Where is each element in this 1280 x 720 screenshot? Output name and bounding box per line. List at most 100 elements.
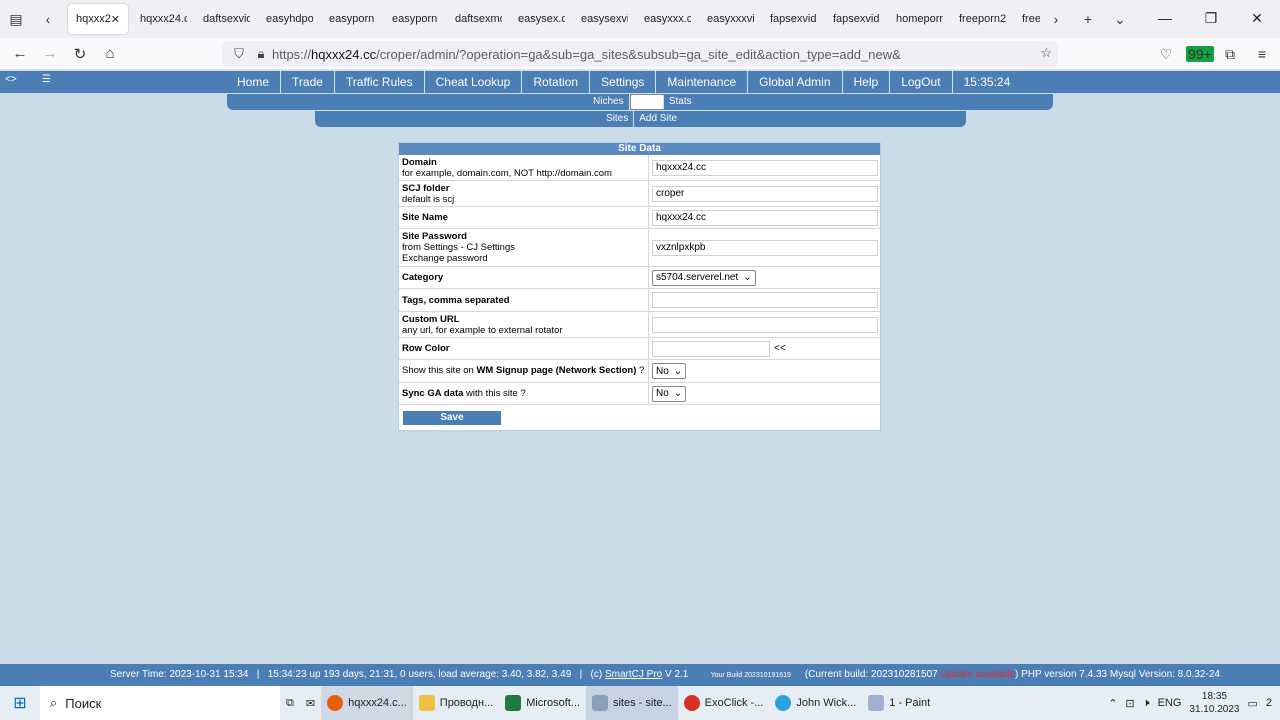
taskbar-search[interactable]: ⌕ Поиск: [40, 686, 280, 720]
clock[interactable]: 18:35 31.10.2023: [1189, 690, 1239, 716]
tab[interactable]: hqxxx24.cc: [132, 4, 195, 34]
taskbar-explorer[interactable]: Проводн...: [413, 686, 499, 720]
tab[interactable]: easyporn: [321, 4, 384, 34]
tab[interactable]: fapsexvide: [762, 4, 825, 34]
field-label: Custom URL any url, for example to exter…: [399, 312, 649, 337]
menu-trade[interactable]: Trade: [281, 71, 335, 93]
menu-home[interactable]: Home: [226, 71, 282, 93]
home-icon[interactable]: ⌂: [95, 39, 125, 69]
tab[interactable]: daftsexmo: [447, 4, 510, 34]
signup-select[interactable]: No ⌄: [652, 363, 687, 379]
menu-logout[interactable]: LogOut: [890, 71, 953, 93]
tab[interactable]: freeporn2: [951, 4, 1014, 34]
url-prefix: https://: [272, 46, 312, 62]
taskbar-paint[interactable]: 1 - Paint: [862, 686, 936, 720]
tags-input[interactable]: [652, 292, 878, 308]
tab[interactable]: easyhdporn: [258, 4, 321, 34]
network-icon[interactable]: ⊡: [1125, 697, 1134, 710]
tab[interactable]: easysexvid: [573, 4, 636, 34]
field-value: No ⌄: [649, 360, 880, 382]
chevron-down-icon[interactable]: ⌄: [1104, 3, 1136, 35]
forward-icon[interactable]: →: [35, 39, 65, 69]
taskbar-chrome[interactable]: ExoClick -...: [678, 686, 770, 720]
scroll-right-icon[interactable]: ›: [1040, 3, 1072, 35]
taskbar-sites[interactable]: sites - site...: [585, 686, 678, 720]
menu-settings[interactable]: Settings: [590, 71, 657, 93]
list-icon[interactable]: ☰: [42, 74, 51, 85]
tab[interactable]: fapsexvide: [825, 4, 888, 34]
brand-link[interactable]: SmartCJ Pro: [605, 669, 662, 680]
site-name-input[interactable]: hqxxx24.cc: [652, 209, 878, 226]
task-view-icon[interactable]: ⧉: [280, 686, 300, 720]
row-color-label: Row Color: [402, 343, 450, 354]
tab-label: hqxxx24.cc: [140, 13, 187, 25]
tab[interactable]: homeporn: [888, 4, 951, 34]
password-input[interactable]: vxznlpxkpb: [652, 239, 878, 256]
tab-label: easyxxxvid: [707, 13, 754, 25]
restore-icon[interactable]: ❐: [1188, 0, 1234, 36]
domain-input[interactable]: hqxxx24.cc: [652, 159, 878, 176]
category-select[interactable]: s5704.serverel.net ⌄: [652, 269, 756, 286]
extension-badge[interactable]: 99+: [1186, 46, 1214, 62]
menu-maintenance[interactable]: Maintenance: [656, 71, 749, 93]
mail-icon[interactable]: ✉: [300, 686, 321, 720]
menu-cheat-lookup[interactable]: Cheat Lookup: [425, 71, 523, 93]
minimize-icon[interactable]: —: [1142, 0, 1188, 36]
tab-label: easyporn: [392, 13, 438, 25]
tab[interactable]: free: [1014, 4, 1040, 34]
extensions-icon[interactable]: ⧉: [1218, 46, 1242, 63]
field-value: croper: [649, 181, 880, 206]
submenu-niches[interactable]: Niches: [588, 94, 630, 110]
scroll-left-icon[interactable]: ‹: [32, 3, 64, 35]
url-bar[interactable]: ⛉ 🔒︎ https://hqxxx24.cc/croper/admin/?op…: [222, 41, 1058, 67]
menu-traffic-rules[interactable]: Traffic Rules: [335, 71, 425, 93]
close-window-icon[interactable]: ✕: [1234, 0, 1280, 36]
url-host: hqxxx24.cc: [311, 46, 377, 62]
code-icon[interactable]: <>: [5, 74, 17, 85]
windows-start-icon[interactable]: ⊞: [0, 686, 40, 720]
submenu-stats[interactable]: Stats: [664, 94, 697, 110]
field-label: Show this site on WM Signup page (Networ…: [399, 360, 649, 382]
language-indicator[interactable]: ENG: [1158, 697, 1182, 709]
chevron-up-icon[interactable]: ⌃: [1108, 697, 1117, 710]
notification-count[interactable]: 2: [1266, 697, 1272, 709]
new-tab-icon[interactable]: +: [1072, 3, 1104, 35]
star-icon[interactable]: ☆: [1040, 45, 1052, 61]
row-color-input[interactable]: [652, 340, 770, 357]
lock-icon[interactable]: 🔒︎: [250, 46, 272, 62]
tab[interactable]: daftsexvid: [195, 4, 258, 34]
reload-icon[interactable]: ↻: [65, 39, 95, 69]
tab[interactable]: easysex.cc: [510, 4, 573, 34]
tab-list-icon[interactable]: ▤: [0, 3, 32, 35]
menu-global-admin[interactable]: Global Admin: [748, 71, 843, 93]
taskbar-excel[interactable]: Microsoft...: [499, 686, 586, 720]
save-button[interactable]: Save: [403, 411, 501, 425]
update-available-link[interactable]: Update available: [941, 669, 1016, 680]
folder-hint: default is scj: [402, 193, 455, 205]
tab[interactable]: easyporn: [384, 4, 447, 34]
folder-input[interactable]: croper: [652, 185, 878, 202]
subsubmenu-add-site[interactable]: Add Site: [634, 111, 682, 127]
back-icon[interactable]: ←: [5, 39, 35, 69]
pocket-icon[interactable]: ♡: [1154, 46, 1178, 63]
color-picker-link[interactable]: <<: [774, 343, 786, 354]
shield-icon[interactable]: ⛉: [228, 46, 250, 62]
speaker-mute-icon[interactable]: 🕨︎: [1143, 697, 1150, 710]
notification-icon[interactable]: ▭: [1247, 697, 1257, 710]
menu-rotation[interactable]: Rotation: [522, 71, 591, 93]
submenu-sites[interactable]: Sites: [629, 94, 664, 110]
sync-ga-select[interactable]: No ⌄: [652, 385, 687, 402]
taskbar-telegram[interactable]: John Wick...: [769, 686, 862, 720]
password-hint-2: Exchange password: [402, 253, 488, 264]
custom-url-input[interactable]: [652, 316, 878, 333]
tab-active[interactable]: hqxxx2 ✕: [68, 4, 128, 34]
menu-icon[interactable]: ≡: [1250, 46, 1274, 62]
tab[interactable]: easyxxxvid: [699, 4, 762, 34]
subsubmenu-sites[interactable]: Sites: [601, 111, 635, 127]
close-icon[interactable]: ✕: [111, 13, 120, 26]
menu-help[interactable]: Help: [843, 71, 891, 93]
taskbar-firefox[interactable]: hqxxx24.c...: [321, 686, 413, 720]
tab-label: easyxxx.cc: [644, 13, 691, 25]
tab[interactable]: easyxxx.cc: [636, 4, 699, 34]
excel-icon: [505, 695, 522, 711]
